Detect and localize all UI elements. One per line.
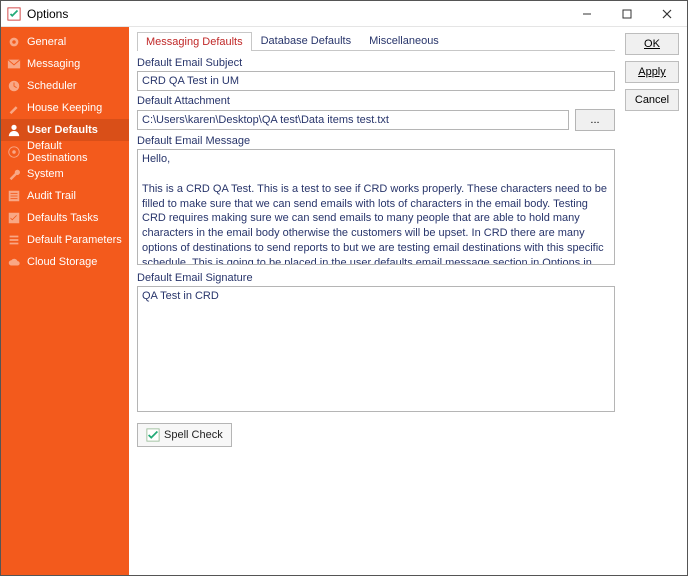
close-button[interactable] <box>647 1 687 27</box>
sidebar-item-label: Defaults Tasks <box>27 212 98 224</box>
task-icon <box>7 211 21 225</box>
envelope-icon <box>7 57 21 71</box>
content-panel: Messaging Defaults Database Defaults Mis… <box>129 27 623 575</box>
spell-check-label: Spell Check <box>164 429 223 441</box>
broom-icon <box>7 101 21 115</box>
ok-button[interactable]: OK <box>625 33 679 55</box>
sidebar-item-scheduler[interactable]: Scheduler <box>1 75 129 97</box>
sidebar-item-cloud-storage[interactable]: Cloud Storage <box>1 251 129 273</box>
app-icon <box>7 7 21 21</box>
subject-label: Default Email Subject <box>137 57 615 69</box>
tab-strip: Messaging Defaults Database Defaults Mis… <box>137 29 615 51</box>
sidebar-item-label: Audit Trail <box>27 190 76 202</box>
cancel-button[interactable]: Cancel <box>625 89 679 111</box>
dialog-buttons: OK Apply Cancel <box>623 27 687 575</box>
sidebar-item-user-defaults[interactable]: User Defaults <box>1 119 129 141</box>
sidebar-item-label: User Defaults <box>27 124 98 136</box>
sidebar-item-default-destinations[interactable]: Default Destinations <box>1 141 129 163</box>
sidebar-item-label: Default Parameters <box>27 234 122 246</box>
tab-database-defaults[interactable]: Database Defaults <box>252 31 361 50</box>
list-icon <box>7 189 21 203</box>
window-title: Options <box>27 7 68 21</box>
maximize-button[interactable] <box>607 1 647 27</box>
user-icon <box>7 123 21 137</box>
title-bar: Options <box>1 1 687 27</box>
clock-icon <box>7 79 21 93</box>
apply-button[interactable]: Apply <box>625 61 679 83</box>
sidebar-item-label: Scheduler <box>27 80 77 92</box>
cloud-icon <box>7 255 21 269</box>
minimize-button[interactable] <box>567 1 607 27</box>
browse-button[interactable]: ... <box>575 109 615 131</box>
tab-miscellaneous[interactable]: Miscellaneous <box>360 31 448 50</box>
sidebar-item-audit-trail[interactable]: Audit Trail <box>1 185 129 207</box>
tab-messaging-defaults[interactable]: Messaging Defaults <box>137 32 252 51</box>
sidebar-item-label: Messaging <box>27 58 80 70</box>
signature-textarea[interactable] <box>137 286 615 412</box>
attachment-label: Default Attachment <box>137 95 615 107</box>
message-label: Default Email Message <box>137 135 615 147</box>
sidebar-item-general[interactable]: General <box>1 31 129 53</box>
gear-icon <box>7 35 21 49</box>
subject-input[interactable] <box>137 71 615 91</box>
sidebar-item-default-parameters[interactable]: Default Parameters <box>1 229 129 251</box>
sidebar-item-system[interactable]: System <box>1 163 129 185</box>
wrench-icon <box>7 167 21 181</box>
sidebar-item-label: House Keeping <box>27 102 102 114</box>
sidebar-item-label: Cloud Storage <box>27 256 97 268</box>
sidebar-item-defaults-tasks[interactable]: Defaults Tasks <box>1 207 129 229</box>
sidebar: General Messaging Scheduler House Keepin… <box>1 27 129 575</box>
sidebar-item-housekeeping[interactable]: House Keeping <box>1 97 129 119</box>
attachment-input[interactable] <box>137 110 569 130</box>
sidebar-item-messaging[interactable]: Messaging <box>1 53 129 75</box>
message-textarea[interactable] <box>137 149 615 265</box>
spellcheck-icon <box>146 428 160 442</box>
signature-label: Default Email Signature <box>137 272 615 284</box>
target-icon <box>7 145 21 159</box>
sidebar-item-label: System <box>27 168 64 180</box>
sidebar-item-label: General <box>27 36 66 48</box>
sliders-icon <box>7 233 21 247</box>
sidebar-item-label: Default Destinations <box>27 140 123 164</box>
spell-check-button[interactable]: Spell Check <box>137 423 232 447</box>
